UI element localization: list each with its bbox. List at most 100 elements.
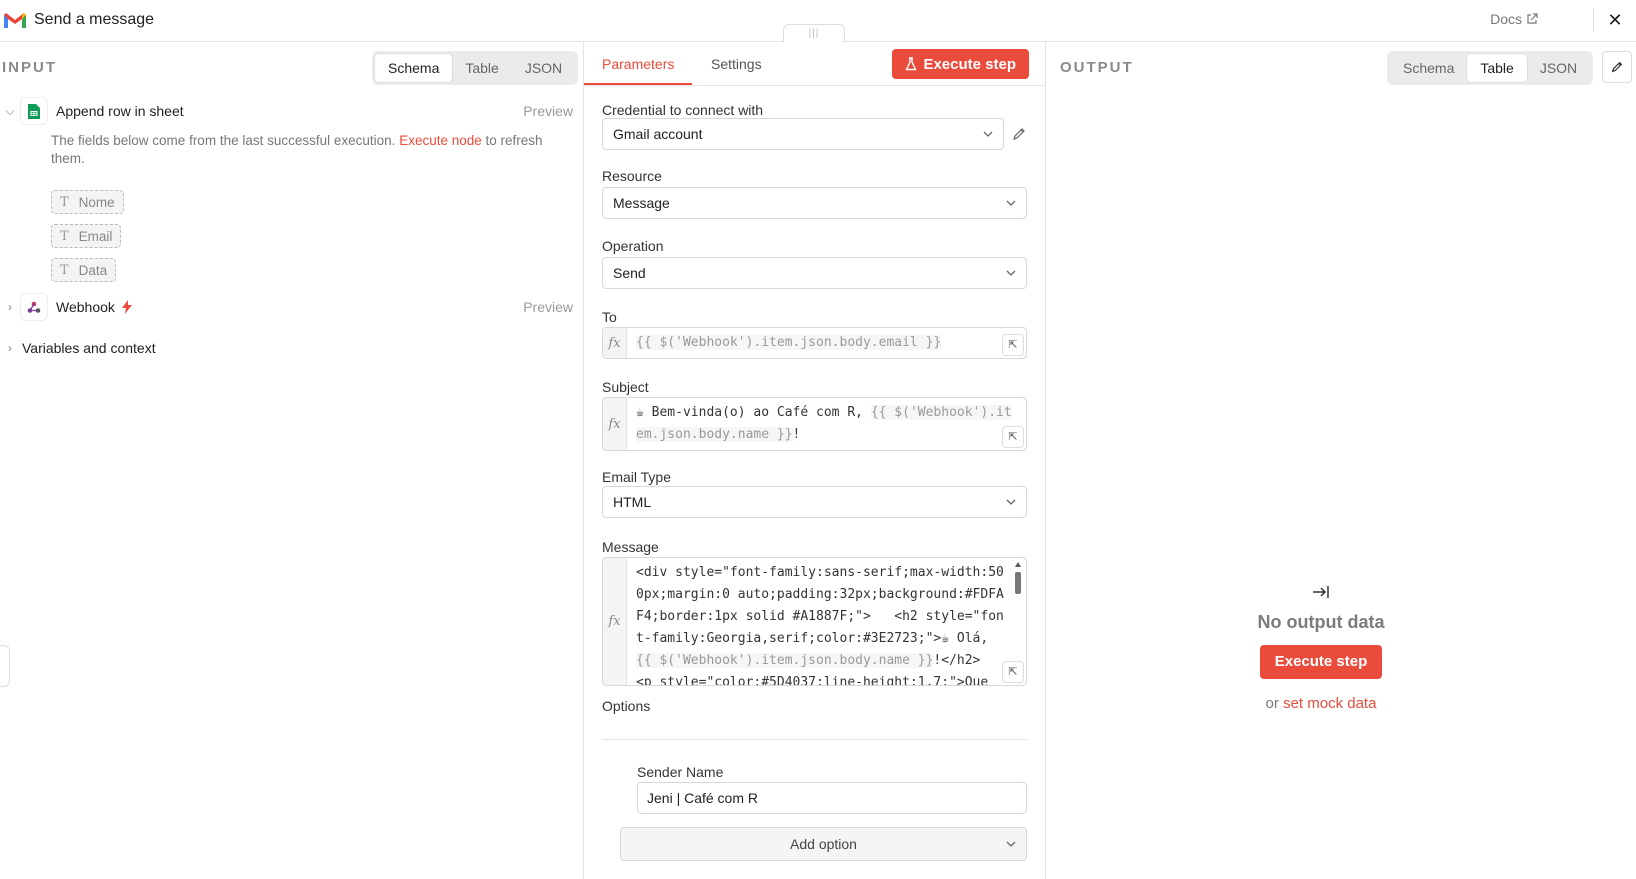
edit-credential-icon[interactable] xyxy=(1011,126,1027,142)
schema-field-data[interactable]: T Data xyxy=(51,258,117,282)
variables-context-label: Variables and context xyxy=(22,340,156,356)
scrollbar[interactable] xyxy=(1014,562,1022,602)
execute-step-button[interactable]: Execute step xyxy=(892,49,1029,79)
open-expression-icon[interactable]: ⇱ xyxy=(1002,661,1024,683)
fx-icon: fx xyxy=(603,328,627,358)
node-name-webhook: Webhook xyxy=(56,299,115,315)
operation-select[interactable]: Send xyxy=(602,257,1027,289)
add-option-button[interactable]: Add option xyxy=(620,827,1027,861)
panel-drag-handle[interactable]: ||| xyxy=(783,24,845,42)
email-type-value: HTML xyxy=(613,494,652,510)
subject-text: ☕ Bem-vinda(o) ao Café com R, xyxy=(636,405,871,420)
add-option-label: Add option xyxy=(790,836,857,852)
node-title: Send a message xyxy=(34,11,155,28)
output-panel: OUTPUT Schema Table JSON No output data … xyxy=(1046,42,1636,879)
pencil-icon xyxy=(1611,61,1623,73)
operation-label: Operation xyxy=(602,238,664,254)
subject-expression-field[interactable]: fx ☕ Bem-vinda(o) ao Café com R, {{ $('W… xyxy=(602,397,1027,451)
no-output-empty-state: No output data Execute step or set mock … xyxy=(1241,582,1401,712)
sender-name-label: Sender Name xyxy=(637,764,724,780)
output-tab-json[interactable]: JSON xyxy=(1527,54,1590,82)
output-tab-table[interactable]: Table xyxy=(1467,54,1527,82)
to-expression-field[interactable]: fx {{ $('Webhook').item.json.body.email … xyxy=(602,327,1027,359)
close-icon[interactable]: ✕ xyxy=(1604,9,1626,31)
parameters-panel: Parameters Settings Execute step Credent… xyxy=(583,42,1046,879)
node-row-webhook[interactable]: › Webhook Preview xyxy=(0,293,583,321)
node-row-append-row[interactable]: ⌵ Append row in sheet Preview xyxy=(0,97,583,125)
active-tab-indicator xyxy=(584,83,692,85)
chevron-down-icon xyxy=(1006,841,1016,847)
execute-node-link[interactable]: Execute node xyxy=(399,133,482,148)
to-expression: {{ $('Webhook').item.json.body.email }} xyxy=(636,335,942,350)
text-type-icon: T xyxy=(60,262,69,278)
chevron-down-icon xyxy=(1006,270,1016,276)
edit-output-button[interactable] xyxy=(1602,51,1632,83)
variables-context-row[interactable]: › Variables and context xyxy=(0,335,583,361)
resource-value: Message xyxy=(613,195,670,211)
chevron-down-icon xyxy=(1006,200,1016,206)
schema-field-nome[interactable]: T Nome xyxy=(51,190,124,214)
message-label: Message xyxy=(602,539,659,555)
execution-hint: The fields below come from the last succ… xyxy=(51,132,571,168)
output-panel-label: OUTPUT xyxy=(1060,59,1134,76)
options-divider xyxy=(602,739,1027,740)
resource-label: Resource xyxy=(602,168,662,184)
sender-name-input[interactable]: Jeni | Café com R xyxy=(637,782,1027,814)
credential-label: Credential to connect with xyxy=(602,102,764,118)
output-tab-schema[interactable]: Schema xyxy=(1390,54,1467,82)
no-output-title: No output data xyxy=(1257,612,1385,632)
operation-value: Send xyxy=(613,265,646,281)
message-html-part1: <div style="font-family:sans-serif;max-w… xyxy=(636,565,1004,646)
output-view-toggle: Schema Table JSON xyxy=(1387,51,1594,85)
email-type-label: Email Type xyxy=(602,469,671,485)
schema-field-email[interactable]: T Email xyxy=(51,224,122,248)
text-type-icon: T xyxy=(60,228,69,244)
chevron-right-icon[interactable]: › xyxy=(0,341,20,355)
tab-settings[interactable]: Settings xyxy=(711,56,762,72)
docs-link[interactable]: Docs xyxy=(1490,11,1538,27)
input-panel-label: INPUT xyxy=(2,59,57,76)
text-type-icon: T xyxy=(60,194,69,210)
external-link-icon xyxy=(1527,13,1538,24)
subject-label: Subject xyxy=(602,379,649,395)
node-name-append-row: Append row in sheet xyxy=(56,103,184,119)
arrow-right-to-line-icon xyxy=(1313,586,1329,598)
preview-link[interactable]: Preview xyxy=(523,299,573,315)
field-name: Nome xyxy=(78,194,115,210)
input-tab-json[interactable]: JSON xyxy=(512,54,575,82)
email-type-select[interactable]: HTML xyxy=(602,486,1027,518)
chevron-down-icon xyxy=(1006,499,1016,505)
resource-select[interactable]: Message xyxy=(602,187,1027,219)
field-name: Email xyxy=(78,228,113,244)
panel-collapse-handle[interactable] xyxy=(0,645,10,687)
google-sheets-icon xyxy=(20,97,48,125)
execute-step-label: Execute step xyxy=(923,55,1016,73)
fx-icon: fx xyxy=(603,398,627,450)
to-label: To xyxy=(602,309,617,325)
chevron-right-icon[interactable]: › xyxy=(0,300,20,314)
docs-label: Docs xyxy=(1490,11,1522,27)
trigger-bolt-icon xyxy=(121,300,132,314)
webhook-icon xyxy=(20,293,48,321)
subject-suffix: ! xyxy=(792,427,801,442)
options-label: Options xyxy=(602,698,651,714)
open-expression-icon[interactable]: ⇱ xyxy=(1002,426,1024,448)
mock-prefix: or xyxy=(1265,695,1279,712)
message-expression: {{ $('Webhook').item.json.body.name }} xyxy=(636,653,934,668)
chevron-down-icon[interactable]: ⌵ xyxy=(0,104,20,119)
tab-parameters[interactable]: Parameters xyxy=(602,56,674,72)
flask-icon xyxy=(905,57,918,71)
credential-select[interactable]: Gmail account xyxy=(602,118,1004,150)
input-tab-schema[interactable]: Schema xyxy=(375,54,453,82)
chevron-down-icon xyxy=(983,131,993,137)
field-name: Data xyxy=(78,262,108,278)
message-expression-field[interactable]: fx <div style="font-family:sans-serif;ma… xyxy=(602,557,1027,686)
credential-value: Gmail account xyxy=(613,126,703,142)
header-divider xyxy=(1593,8,1594,32)
set-mock-data-link[interactable]: set mock data xyxy=(1283,695,1376,712)
input-panel: INPUT Schema Table JSON ⌵ Append row in … xyxy=(0,42,583,879)
input-tab-table[interactable]: Table xyxy=(452,54,511,82)
open-expression-icon[interactable]: ⇱ xyxy=(1002,334,1024,356)
preview-link[interactable]: Preview xyxy=(523,103,573,119)
execute-step-button-output[interactable]: Execute step xyxy=(1260,645,1382,679)
